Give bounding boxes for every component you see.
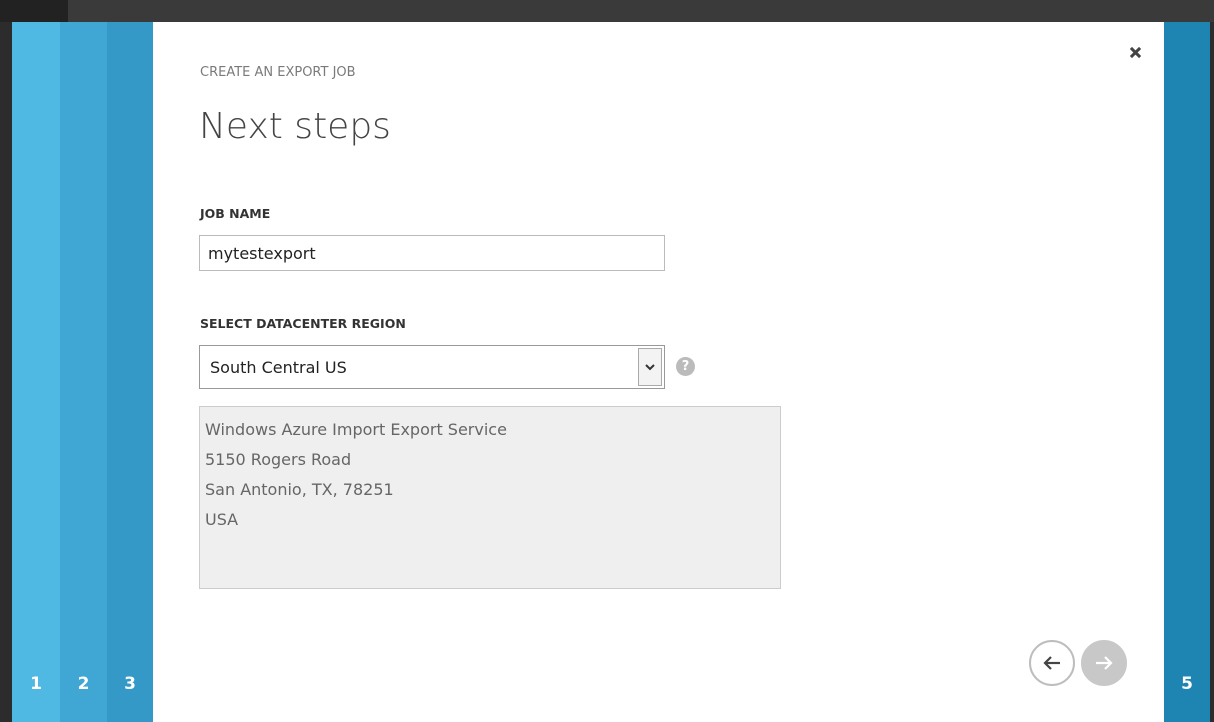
page-title: Next steps	[199, 106, 391, 147]
chevron-down-icon[interactable]	[638, 348, 662, 386]
previous-button[interactable]	[1029, 640, 1075, 686]
top-bar	[0, 0, 1214, 22]
help-icon[interactable]: ?	[676, 357, 695, 376]
step-3-column[interactable]: 3	[107, 22, 153, 722]
wizard-header: CREATE AN EXPORT JOB	[200, 65, 356, 80]
datacenter-address: Windows Azure Import Export Service 5150…	[199, 406, 781, 589]
address-line: 5150 Rogers Road	[205, 450, 352, 469]
step-1-column[interactable]: 1	[12, 22, 60, 722]
close-icon[interactable]	[1126, 44, 1144, 62]
top-bar-tab	[0, 0, 68, 22]
step-2-number: 2	[77, 674, 90, 694]
address-line: Windows Azure Import Export Service	[205, 420, 507, 439]
wizard-content: CREATE AN EXPORT JOB Next steps JOB NAME…	[153, 22, 1164, 722]
next-button[interactable]	[1081, 640, 1127, 686]
address-line: USA	[205, 510, 239, 529]
step-5-column[interactable]: 5	[1164, 22, 1210, 722]
address-line: San Antonio, TX, 78251	[205, 480, 394, 499]
arrow-right-icon	[1096, 656, 1113, 670]
step-1-number: 1	[30, 674, 42, 694]
step-3-number: 3	[124, 674, 136, 694]
export-job-wizard: 1 2 3 CREATE AN EXPORT JOB Next steps JO…	[12, 22, 1210, 722]
arrow-left-icon	[1043, 656, 1060, 670]
job-name-label: JOB NAME	[200, 206, 271, 221]
region-select-value: South Central US	[210, 358, 347, 377]
step-2-column[interactable]: 2	[60, 22, 107, 722]
region-label: SELECT DATACENTER REGION	[200, 316, 406, 331]
region-select[interactable]: South Central US	[199, 345, 665, 389]
step-5-number: 5	[1181, 674, 1193, 694]
job-name-input[interactable]	[199, 235, 665, 271]
